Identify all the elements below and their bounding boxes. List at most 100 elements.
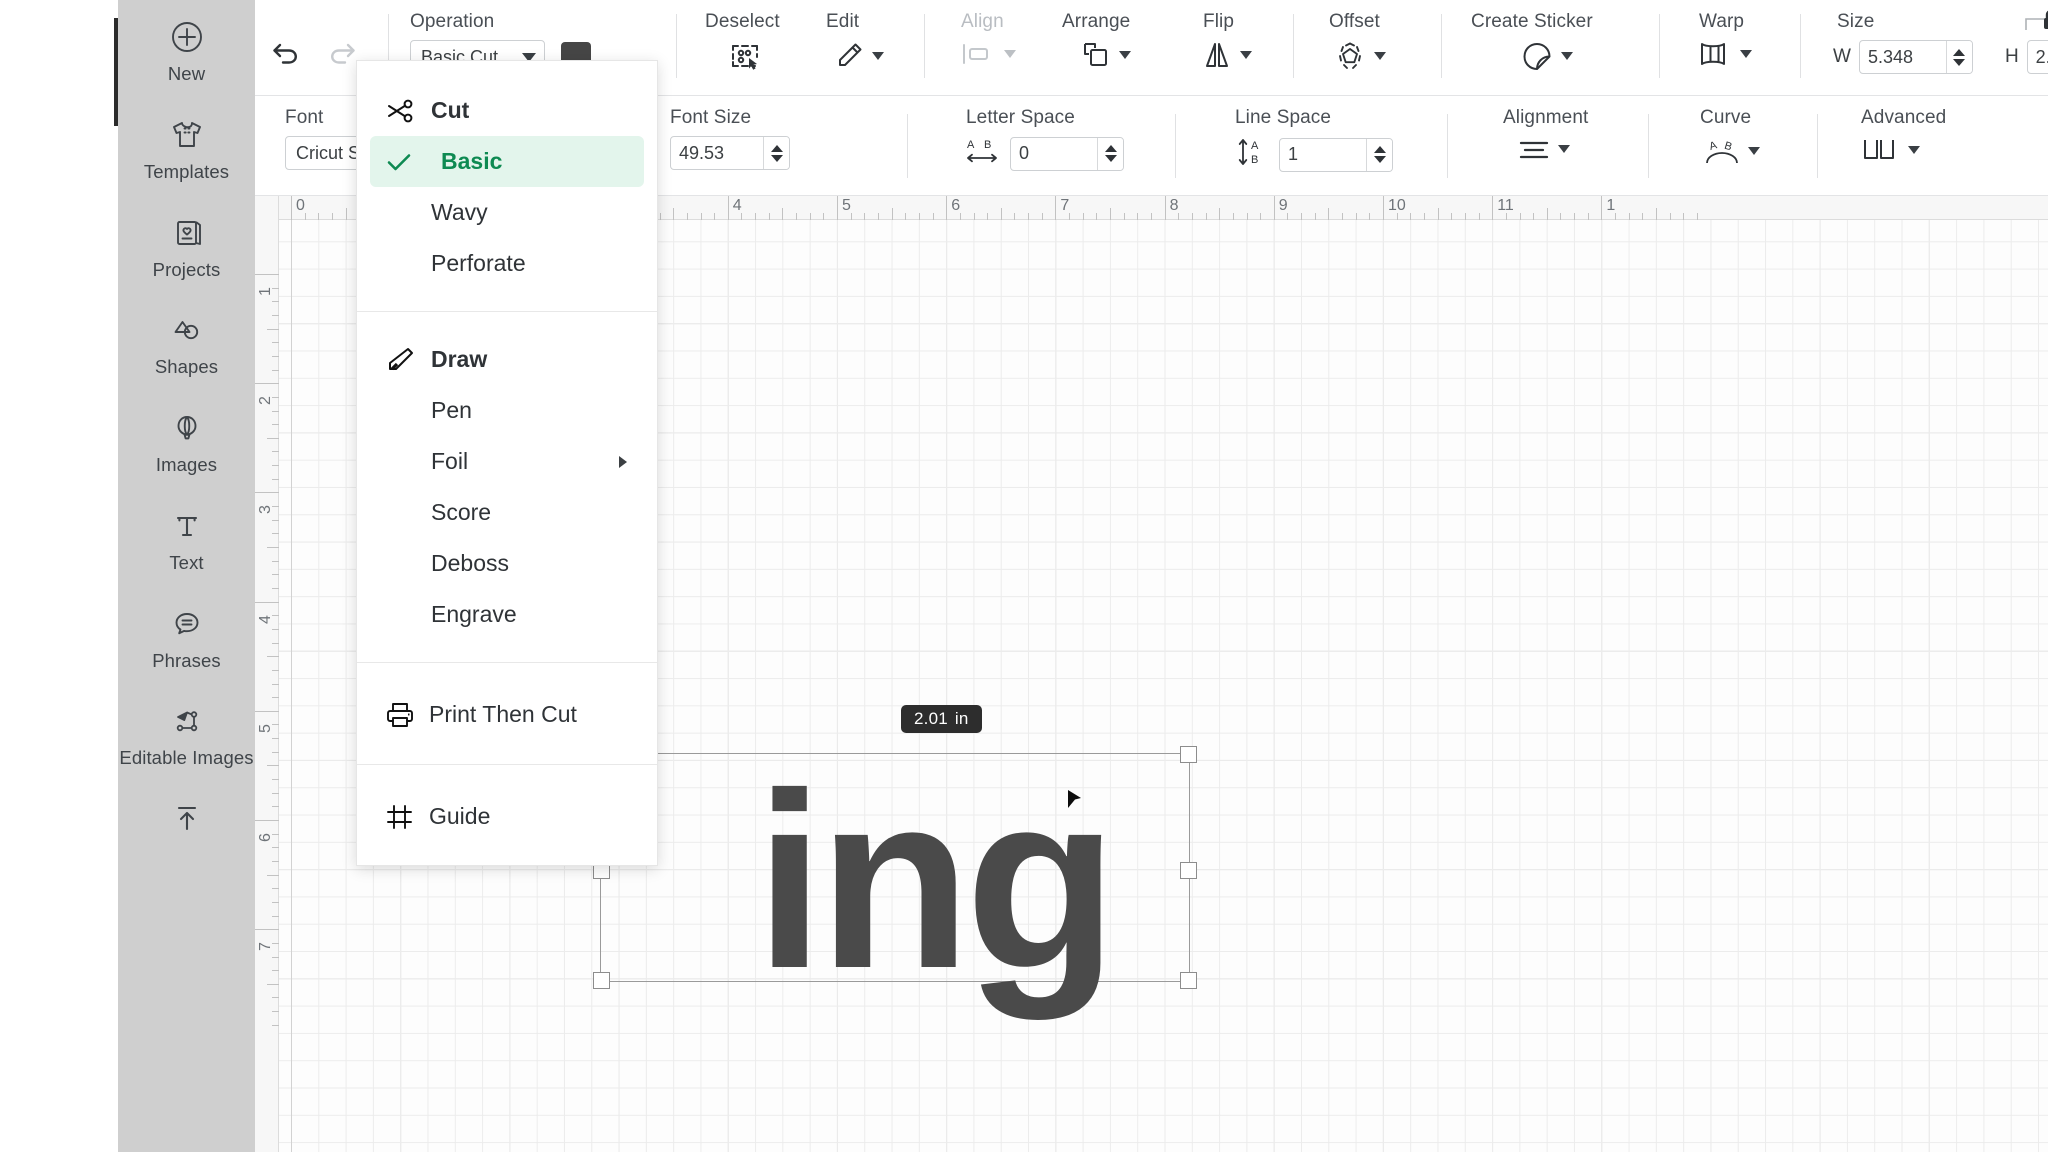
toolbar-divider xyxy=(1447,114,1448,178)
ruler-tick xyxy=(255,383,279,385)
printer-icon xyxy=(385,701,431,729)
ruler-minor-tick xyxy=(1205,213,1207,220)
chevron-down-icon[interactable] xyxy=(1240,51,1252,59)
height-input[interactable] xyxy=(2027,41,2048,73)
undo-icon[interactable] xyxy=(269,40,303,70)
ruler-minor-tick xyxy=(918,213,920,220)
sidebar-item-new[interactable]: New xyxy=(118,14,255,86)
flip-icon[interactable] xyxy=(1201,40,1233,70)
alignment-icon[interactable] xyxy=(1517,136,1551,162)
menu-item-guide[interactable]: Guide xyxy=(357,791,657,842)
ruler-minor-tick xyxy=(755,213,757,220)
edit-pencil-icon[interactable] xyxy=(833,40,865,72)
font-size-input[interactable] xyxy=(671,137,763,169)
sidebar-item-images[interactable]: Images xyxy=(118,405,255,477)
line-space-stepper[interactable] xyxy=(1366,138,1392,171)
line-space-field-wrap[interactable] xyxy=(1279,137,1393,172)
menu-item-perforate[interactable]: Perforate xyxy=(357,238,657,289)
advanced-icon[interactable] xyxy=(1861,136,1901,164)
ruler-tick xyxy=(255,710,279,712)
chevron-down-icon[interactable] xyxy=(1748,147,1760,155)
sidebar-item-templates[interactable]: Templates xyxy=(118,112,255,184)
curve-icon[interactable]: A B xyxy=(1703,136,1741,166)
menu-group-header-cut[interactable]: Cut xyxy=(357,85,657,136)
svg-text:B: B xyxy=(1723,140,1734,154)
operation-dropdown-menu[interactable]: Cut Basic Wavy Perforate Draw Pen Foil S… xyxy=(356,60,658,866)
ruler-minor-tick xyxy=(1669,213,1671,220)
ruler-minor-tick xyxy=(272,642,279,644)
lock-closed-icon[interactable] xyxy=(1996,4,2048,45)
menu-item-label: Guide xyxy=(429,803,491,829)
menu-item-basic[interactable]: Basic xyxy=(370,136,644,187)
mat-left-edge xyxy=(291,196,292,1152)
sidebar-item-upload[interactable] xyxy=(118,796,255,842)
ruler-minor-tick xyxy=(272,410,279,412)
width-input[interactable] xyxy=(1859,41,1946,73)
ruler-minor-tick xyxy=(1178,213,1180,220)
ruler-minor-tick xyxy=(1301,213,1303,220)
redo-icon[interactable] xyxy=(325,40,359,70)
ruler-minor-tick xyxy=(1082,213,1084,220)
line-space-input[interactable] xyxy=(1280,138,1366,171)
arrange-icon[interactable] xyxy=(1080,40,1112,70)
chevron-down-icon[interactable] xyxy=(1119,51,1131,59)
menu-item-score[interactable]: Score xyxy=(357,487,657,538)
sidebar-item-phrases[interactable]: Phrases xyxy=(118,601,255,673)
chevron-down-icon[interactable] xyxy=(1374,52,1386,60)
menu-item-deboss[interactable]: Deboss xyxy=(357,538,657,589)
font-size-stepper[interactable] xyxy=(763,137,789,169)
menu-item-label: Deboss xyxy=(431,550,509,576)
line-space-caption: Line Space xyxy=(1235,107,1332,128)
ruler-label: 9 xyxy=(1278,197,1288,214)
resize-handle-top-right[interactable] xyxy=(1180,746,1197,763)
sidebar-item-text[interactable]: Text xyxy=(118,503,255,575)
advanced-caption: Advanced xyxy=(1861,107,1947,128)
ruler-minor-tick xyxy=(272,615,279,617)
chevron-down-icon[interactable] xyxy=(1558,145,1570,153)
text-artwork[interactable]: ing xyxy=(755,756,1118,1006)
sidebar-item-editable-images[interactable]: Editable Images xyxy=(118,698,255,770)
letter-space-stepper[interactable] xyxy=(1097,137,1123,170)
menu-group-header-draw[interactable]: Draw xyxy=(357,334,657,385)
chevron-down-icon[interactable] xyxy=(872,52,884,60)
height-field-wrap[interactable] xyxy=(2026,40,2048,74)
chevron-down-icon[interactable] xyxy=(1740,50,1752,58)
sidebar-item-projects[interactable]: Projects xyxy=(118,210,255,282)
ruler-label: 0 xyxy=(296,197,305,214)
text-t-icon xyxy=(167,503,207,549)
ruler-minor-tick xyxy=(1246,213,1248,220)
arrange-caption: Arrange xyxy=(1062,11,1131,32)
menu-item-pen[interactable]: Pen xyxy=(357,385,657,436)
ruler-minor-tick xyxy=(272,314,279,316)
plus-circle-icon xyxy=(167,14,207,60)
offset-icon[interactable] xyxy=(1333,40,1367,72)
menu-item-engrave[interactable]: Engrave xyxy=(357,589,657,640)
ruler-minor-tick xyxy=(823,213,825,220)
font-size-field-wrap[interactable] xyxy=(670,136,790,170)
resize-handle-bottom-left[interactable] xyxy=(593,972,610,989)
ruler-minor-tick xyxy=(714,213,716,220)
ruler-minor-tick xyxy=(1396,213,1398,220)
width-field-wrap[interactable] xyxy=(1858,40,1973,74)
sidebar-item-shapes[interactable]: Shapes xyxy=(118,307,255,379)
ruler-minor-tick xyxy=(272,560,279,562)
chevron-down-icon[interactable] xyxy=(1908,146,1920,154)
menu-item-print-then-cut[interactable]: Print Then Cut xyxy=(357,689,657,740)
resize-handle-right[interactable] xyxy=(1180,862,1197,879)
create-sticker-icon[interactable] xyxy=(1520,40,1554,72)
resize-handle-bottom-right[interactable] xyxy=(1180,972,1197,989)
menu-item-wavy[interactable]: Wavy xyxy=(357,187,657,238)
letter-space-field-wrap[interactable] xyxy=(1010,136,1124,171)
width-stepper[interactable] xyxy=(1945,41,1972,73)
font-size-caption: Font Size xyxy=(670,107,752,128)
warp-icon[interactable] xyxy=(1697,40,1733,68)
left-sidebar: New Templates Projects Shapes Images Tex… xyxy=(118,0,255,1152)
letter-space-input[interactable] xyxy=(1011,137,1097,170)
chevron-down-icon[interactable] xyxy=(1561,52,1573,60)
scissors-icon xyxy=(385,98,431,124)
ruler-tick xyxy=(255,929,279,931)
menu-item-foil[interactable]: Foil xyxy=(357,436,657,487)
deselect-icon[interactable] xyxy=(728,40,762,72)
letter-space-caption: Letter Space xyxy=(966,107,1075,128)
ruler-tick xyxy=(946,196,948,220)
